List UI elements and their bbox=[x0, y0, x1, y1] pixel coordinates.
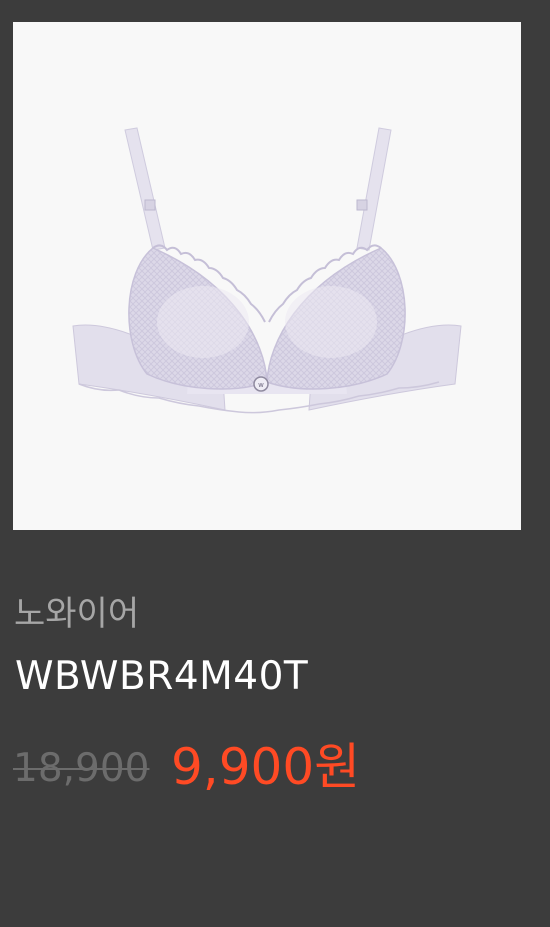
svg-text:w: w bbox=[258, 381, 264, 389]
product-image[interactable]: w bbox=[13, 22, 521, 530]
product-model-name[interactable]: WBWBR4M40T bbox=[15, 652, 308, 702]
sale-price: 9,900원 bbox=[171, 738, 361, 796]
product-card[interactable]: w 노와이어 WBWBR4M40T 18,900 9,900원 bbox=[0, 0, 550, 927]
original-price: 18,900 bbox=[13, 746, 150, 791]
product-brand: 노와이어 bbox=[14, 594, 140, 634]
